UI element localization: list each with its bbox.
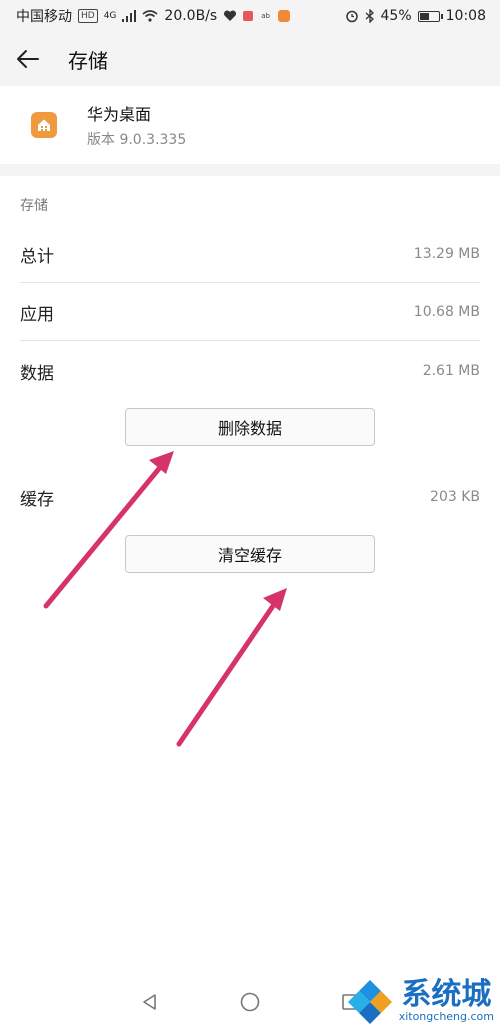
network-speed: 20.0B/s [164,8,218,24]
app-notification-icon: ab [261,12,270,20]
nav-back-icon [143,993,156,1010]
home-icon [38,119,50,131]
status-bar: 中国移动 HD 4G 20.0B/s ab 45% 10:08 [0,0,500,32]
notification-icon [243,11,254,21]
watermark-logo-icon [347,980,392,1024]
delete-data-button[interactable]: 删除数据 [125,408,375,446]
app-icon [31,112,57,138]
watermark-title: 系统城 [401,977,492,1012]
status-left: 中国移动 HD 4G 20.0B/s ab [16,6,290,26]
row-label: 总计 [20,246,54,267]
page-title: 存储 [68,48,108,73]
row-value: 203 KB [430,489,480,505]
app-bar: 存储 [0,32,500,86]
section-header-storage: 存储 [20,198,48,214]
bluetooth-icon [365,9,374,23]
divider [20,340,480,341]
app-name: 华为桌面 [87,105,152,124]
back-button[interactable] [0,32,56,86]
watermark: 系统城 xitongcheng.com [347,978,494,1024]
storage-row-total: 总计 13.29 MB [0,225,500,283]
alarm-icon [345,10,358,23]
app-version: 版本 9.0.3.335 [87,132,187,148]
row-label: 数据 [20,363,54,384]
battery-fill [419,12,429,20]
app-info: 华为桌面 版本 9.0.3.335 [87,101,186,149]
back-arrow-icon [17,50,39,68]
carrier-name: 中国移动 [16,9,72,25]
clear-cache-button[interactable]: 清空缓存 [125,535,375,573]
app-info-card: 华为桌面 版本 9.0.3.335 [0,86,500,164]
nav-home-button[interactable] [235,987,265,1017]
nav-home-icon [240,992,260,1011]
storage-panel: 存储 总计 13.29 MB 应用 10.68 MB 数据 2.61 MB 删除… [0,176,500,1028]
row-value: 13.29 MB [413,246,480,262]
row-value: 10.68 MB [413,304,480,320]
row-label: 应用 [20,304,54,325]
clock: 10:08 [445,8,486,24]
signal-icon [122,10,137,22]
video-app-icon [277,10,290,22]
row-value: 2.61 MB [422,363,480,379]
nav-back-button[interactable] [135,987,165,1017]
watermark-url: xitongcheng.com [398,1010,494,1023]
battery-percent: 45% [380,8,412,24]
heart-icon [224,10,237,21]
row-label: 缓存 [20,489,54,510]
battery-icon [417,10,443,22]
hd-badge: HD [78,9,98,23]
storage-row-app: 应用 10.68 MB [0,283,500,341]
wifi-icon [142,10,158,22]
status-right: 45% 10:08 [345,8,486,24]
storage-row-cache: 缓存 203 KB [0,468,500,526]
watermark-text: 系统城 xitongcheng.com [399,979,494,1023]
network-type: 4G [103,11,117,21]
storage-row-data: 数据 2.61 MB [0,342,500,400]
